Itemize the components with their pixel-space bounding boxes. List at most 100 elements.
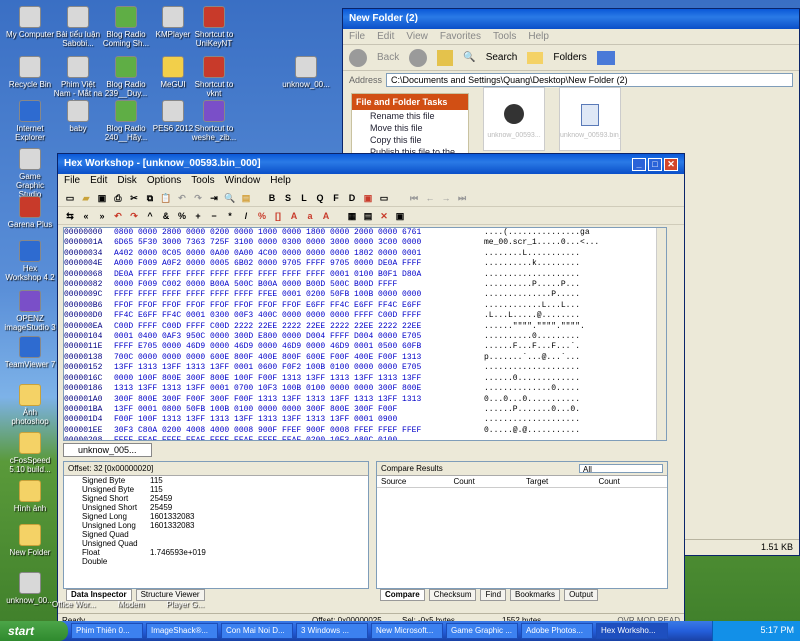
nav-last-icon[interactable]: ⏭ [456, 192, 468, 204]
desktop-label[interactable]: Player G... [166, 600, 204, 609]
tab-bookmarks[interactable]: Bookmarks [510, 589, 561, 601]
print-icon[interactable]: ⎙ [112, 192, 124, 204]
shift-right-icon[interactable]: » [96, 210, 108, 222]
hex-scrollbar[interactable] [656, 228, 666, 440]
nav-next-icon[interactable]: → [440, 192, 452, 204]
long-icon[interactable]: L [298, 192, 310, 204]
tab-compare[interactable]: Compare [380, 589, 425, 601]
bracket-icon[interactable]: [] [272, 210, 284, 222]
folders-icon[interactable] [527, 51, 544, 64]
bookmark-icon[interactable]: ▤ [240, 192, 252, 204]
desktop-icon[interactable]: Blog Radio Coming Sh... [100, 6, 152, 48]
inspector-row[interactable]: Signed Short 25459 [64, 494, 368, 503]
menu-options[interactable]: Options [147, 175, 181, 188]
folders-button[interactable]: Folders [553, 52, 586, 63]
col-target[interactable]: Target [522, 476, 595, 487]
task-move[interactable]: Move this file [352, 122, 468, 134]
col-source[interactable]: Source [377, 476, 450, 487]
menu-disk[interactable]: Disk [117, 175, 136, 188]
taskbar-item[interactable]: ImageShack®... [146, 623, 218, 639]
taskbar-item[interactable]: Phim Thiên 0... [71, 623, 143, 639]
col-count-2[interactable]: Count [595, 476, 668, 487]
menu-favorites[interactable]: Favorites [440, 31, 481, 42]
percent-icon[interactable]: % [176, 210, 188, 222]
hex-row[interactable]: 00000138 700C 0000 0000 0000 600E 800F 40… [64, 353, 666, 363]
case-lower-icon[interactable]: a [304, 210, 316, 222]
menu-edit[interactable]: Edit [377, 31, 394, 42]
text-icon[interactable]: A [320, 210, 332, 222]
hex-row[interactable]: 00000208 EEEE EEAF EEEE EEAF EEEE EEAF EE… [64, 436, 666, 440]
new-file-icon[interactable]: ▭ [64, 192, 76, 204]
double-icon[interactable]: D [346, 192, 358, 204]
hex-row[interactable]: 000000B6 FFOF FFOF FFOF FFOF FFOF FFOF FF… [64, 301, 666, 311]
inspector-row[interactable]: Unsigned Long 1601332083 [64, 521, 368, 530]
file-thumbnail[interactable]: unknow_00593.bin_000 [559, 87, 621, 151]
desktop-icon[interactable]: New Folder [4, 524, 56, 557]
inspector-row[interactable]: Double [64, 557, 368, 566]
redo-icon[interactable]: ↷ [192, 192, 204, 204]
inspector-row[interactable]: Signed Byte 115 [64, 476, 368, 485]
menu-help[interactable]: Help [270, 175, 291, 188]
menu-tools[interactable]: Tools [493, 31, 516, 42]
rotate-left-icon[interactable]: ↶ [112, 210, 124, 222]
desktop-icon[interactable]: Shortcut to vknt [188, 56, 240, 98]
paste-icon[interactable]: 📋 [160, 192, 172, 204]
calc-icon[interactable]: ▦ [346, 210, 358, 222]
compare-icon[interactable]: ▣ [362, 192, 374, 204]
and-icon[interactable]: & [160, 210, 172, 222]
hex-row[interactable]: 00000068 DE0A FFFF FFFF FFFF FFFF FFFF FF… [64, 270, 666, 280]
inspector-row[interactable]: Signed Quad [64, 530, 368, 539]
inspector-row[interactable]: Signed Long 1601332083 [64, 512, 368, 521]
taskbar-item[interactable]: Adobe Photos... [521, 623, 593, 639]
inspector-row[interactable]: Unsigned Short 25459 [64, 503, 368, 512]
plus-icon[interactable]: + [192, 210, 204, 222]
desktop-icon[interactable]: My Computer [4, 6, 56, 39]
desktop-icon[interactable]: Garena Plus [4, 196, 56, 229]
minimize-icon[interactable]: _ [632, 158, 646, 171]
hex-row[interactable]: 00000000 0800 0000 2800 0000 0200 0000 10… [64, 228, 666, 238]
desktop-icon[interactable]: Blog Radio 239__Duy... [100, 56, 152, 98]
base-converter-icon[interactable]: ▤ [362, 210, 374, 222]
nav-prev-icon[interactable]: ← [424, 192, 436, 204]
maximize-icon[interactable]: □ [648, 158, 662, 171]
search-button[interactable]: Search [486, 52, 518, 63]
goto-icon[interactable]: ⇥ [208, 192, 220, 204]
hex-row[interactable]: 00000104 0001 0400 0AF3 950C 0000 300D E8… [64, 332, 666, 342]
hex-row[interactable]: 000000EA C00D FFFF C00D FFFF C00D 2222 22… [64, 322, 666, 332]
shift-left-icon[interactable]: « [80, 210, 92, 222]
close-icon[interactable]: ✕ [664, 158, 678, 171]
minus-icon[interactable]: − [208, 210, 220, 222]
hex-row[interactable]: 000001BA 13FF 0001 0800 50FB 100B 0100 00… [64, 405, 666, 415]
desktop-icon[interactable]: unknow_00... [280, 56, 332, 89]
hex-row[interactable]: 000000D0 FF4C E6FF FF4C 0001 0300 00F3 40… [64, 311, 666, 321]
taskbar-item[interactable]: Game Graphic ... [446, 623, 518, 639]
short-icon[interactable]: S [282, 192, 294, 204]
clock[interactable]: 5:17 PM [760, 625, 794, 635]
inspector-row[interactable]: Float 1.746593e+019 [64, 548, 368, 557]
task-copy[interactable]: Copy this file [352, 134, 468, 146]
inspector-row[interactable]: Unsigned Byte 115 [64, 485, 368, 494]
menu-view[interactable]: View [406, 31, 428, 42]
desktop-icon[interactable]: Ảnh photoshop [4, 384, 56, 426]
nav-first-icon[interactable]: ⏮ [408, 192, 420, 204]
hex-row[interactable]: 00000082 0000 F009 C002 0000 B00A 500C B0… [64, 280, 666, 290]
menu-tools[interactable]: Tools [191, 175, 214, 188]
settings-icon[interactable]: ▣ [394, 210, 406, 222]
task-rename[interactable]: Rename this file [352, 110, 468, 122]
cut-icon[interactable]: ✂ [128, 192, 140, 204]
divide-icon[interactable]: / [240, 210, 252, 222]
back-label[interactable]: Back [377, 52, 399, 63]
bits-icon[interactable]: ✕ [378, 210, 390, 222]
menu-help[interactable]: Help [528, 31, 549, 42]
save-icon[interactable]: ▣ [96, 192, 108, 204]
hex-row[interactable]: 000001D4 F00F 100F 1313 13FF 1313 13FF 13… [64, 415, 666, 425]
up-icon[interactable]: ^ [144, 210, 156, 222]
back-icon[interactable] [349, 48, 367, 67]
desktop-label[interactable]: Modem [118, 600, 145, 609]
compare-filter-select[interactable]: All [579, 464, 663, 474]
window-icon[interactable]: ▭ [378, 192, 390, 204]
desktop-icon[interactable]: Game Graphic Studio [4, 148, 56, 199]
file-tab[interactable]: unknow_005... [63, 443, 152, 457]
desktop-icon[interactable]: unknow_00... [4, 572, 56, 605]
desktop-icon[interactable]: Shortcut to UniKeyNT [188, 6, 240, 48]
